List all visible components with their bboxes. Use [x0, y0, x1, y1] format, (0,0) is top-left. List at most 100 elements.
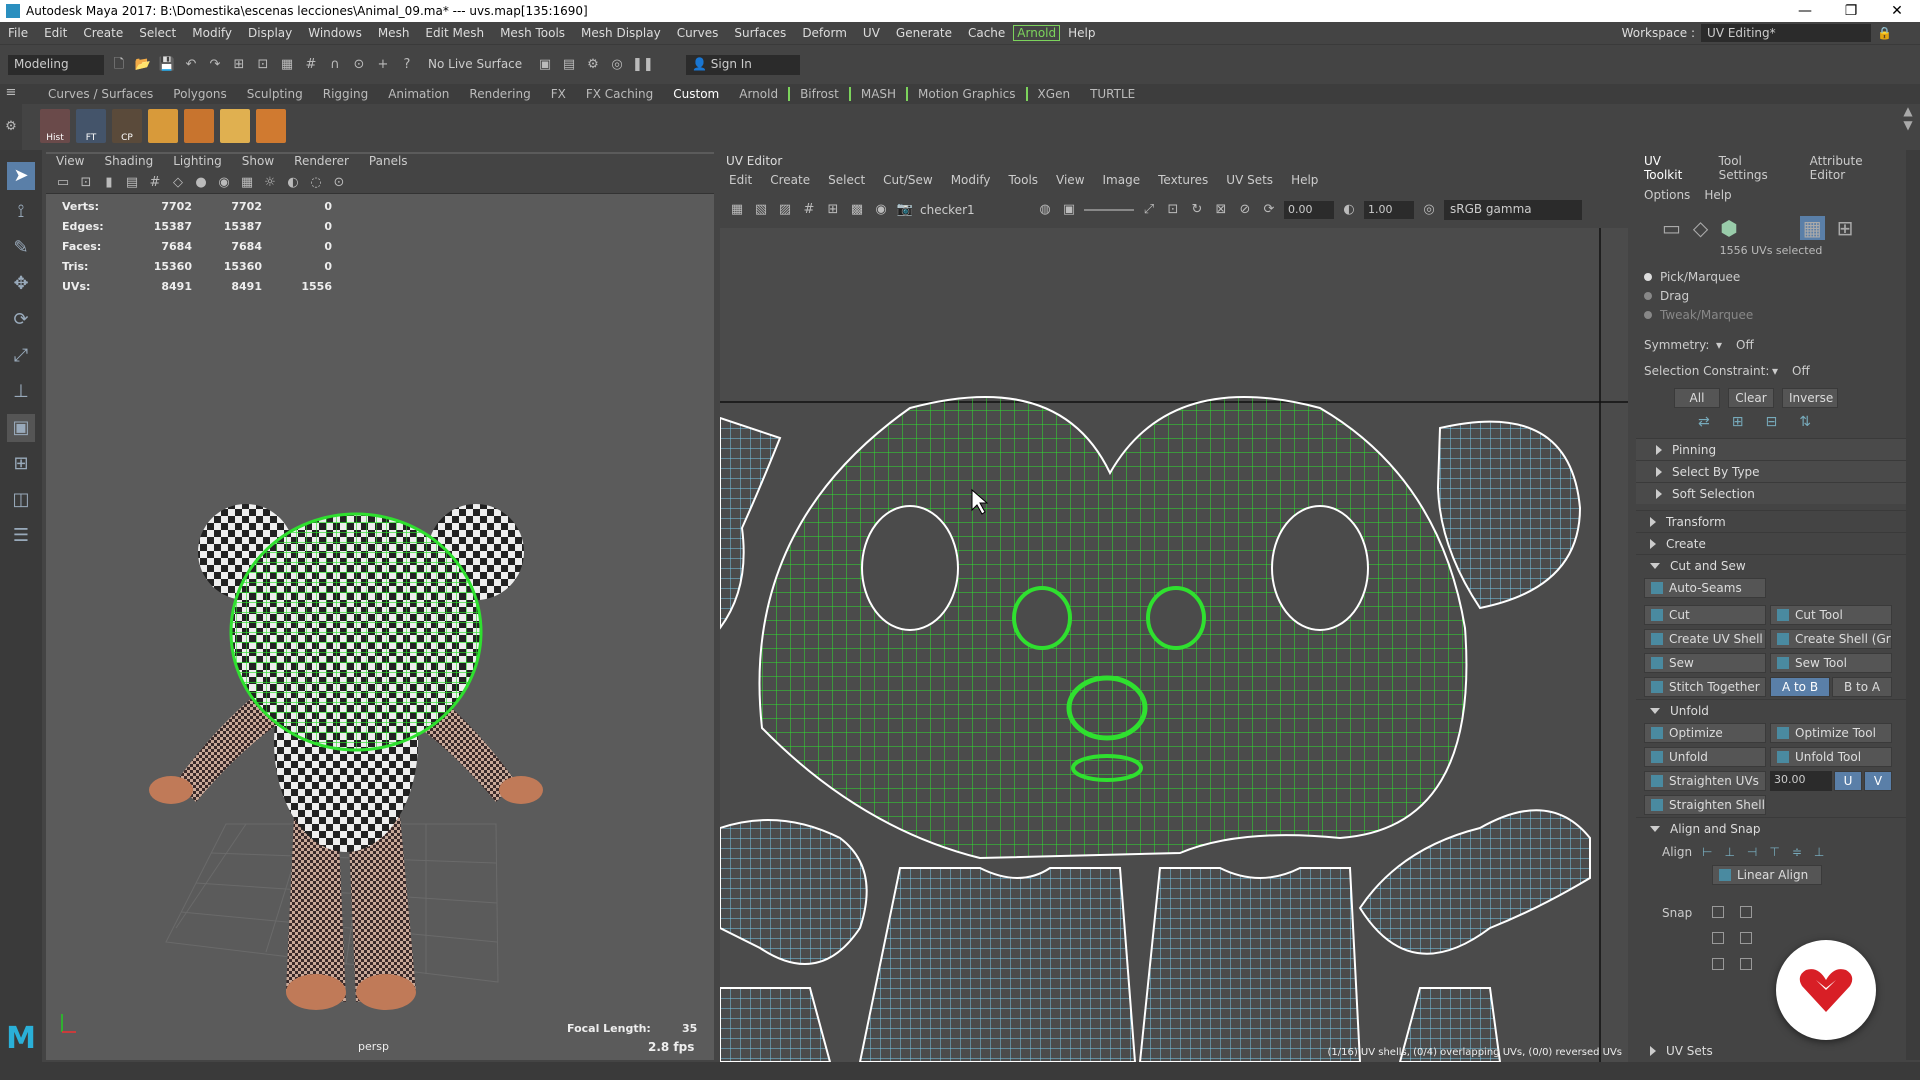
snap-curve-icon[interactable]: ∩ [326, 56, 344, 74]
shelf-tab-motion-graphics[interactable]: Motion Graphics [906, 87, 1026, 101]
bookmark-icon[interactable]: ▮ [100, 174, 118, 192]
shelf-tab-sculpting[interactable]: Sculpting [237, 87, 313, 101]
uv-select-mode-icon[interactable]: ▦ [1799, 216, 1825, 240]
outliner-icon[interactable]: ☰ [7, 522, 35, 550]
menu-cache[interactable]: Cache [960, 26, 1013, 40]
shelf-tab-arnold[interactable]: Arnold [729, 87, 788, 101]
wireframe-on-shaded-icon[interactable]: ◉ [215, 174, 233, 192]
new-scene-icon[interactable]: 🗋 [110, 56, 128, 74]
undo-icon[interactable]: ↶ [182, 56, 200, 74]
section-create[interactable]: Create [1636, 532, 1906, 554]
straighten-v-button[interactable]: V [1864, 771, 1892, 791]
paint-select-icon[interactable]: ✎ [7, 234, 35, 262]
alpha-channel-icon[interactable]: ▣ [1060, 201, 1078, 219]
toolkit-options-menu[interactable]: Options [1644, 188, 1690, 202]
uv-image-icon[interactable]: ◉ [872, 201, 890, 219]
menu-select[interactable]: Select [131, 26, 184, 40]
select-shell-icon[interactable]: ⇅ [1799, 414, 1811, 430]
cut-tool-button[interactable]: Cut Tool [1770, 605, 1892, 625]
mode-tweak-marquee[interactable]: Tweak/Marquee [1636, 305, 1906, 324]
select-inverse-button[interactable]: Inverse [1782, 388, 1838, 408]
textured-icon[interactable]: ▦ [238, 174, 256, 192]
stitch-together-button[interactable]: Stitch Together [1644, 677, 1766, 697]
snap-checkbox[interactable] [1712, 906, 1724, 918]
shelf-tab-polygons[interactable]: Polygons [163, 87, 236, 101]
section-align-and-snap[interactable]: Align and Snap [1636, 817, 1906, 839]
menu-curves[interactable]: Curves [669, 26, 727, 40]
section-transform[interactable]: Transform [1636, 510, 1906, 532]
single-view-icon[interactable]: ▣ [7, 414, 35, 442]
uv-menu-uv-sets[interactable]: UV Sets [1217, 173, 1282, 187]
align-center-icon[interactable]: ⊥ [1724, 845, 1734, 859]
rotate-tool-icon[interactable]: ⟳ [7, 306, 35, 334]
menu-mesh-display[interactable]: Mesh Display [573, 26, 669, 40]
menu-edit[interactable]: Edit [36, 26, 75, 40]
section-cut-and-sew[interactable]: Cut and Sew [1636, 554, 1906, 576]
rgb-channel-icon[interactable]: ◍ [1036, 201, 1054, 219]
select-hierarchy-icon[interactable]: ⊞ [230, 56, 248, 74]
shelf-box-icon[interactable] [220, 109, 250, 143]
pause-icon[interactable]: ❚❚ [632, 56, 654, 74]
chevron-down-icon[interactable]: ▾ [1772, 364, 1792, 378]
shelf-history-icon[interactable]: Hist [40, 109, 70, 143]
xray-icon[interactable]: ◌ [307, 174, 325, 192]
menu-help[interactable]: Help [1060, 26, 1103, 40]
camera-lock-icon[interactable]: ⊡ [77, 174, 95, 192]
uv-distortion-icon[interactable]: ▨ [776, 201, 794, 219]
shelf-tab-rigging[interactable]: Rigging [313, 87, 378, 101]
color-space-dropdown[interactable]: sRGB gamma [1444, 200, 1582, 220]
shelf-cubes-icon[interactable] [184, 109, 214, 143]
texture-name[interactable]: checker1 [920, 203, 1030, 217]
viewport-menu-lighting[interactable]: Lighting [163, 154, 232, 172]
shelf-tab-custom[interactable]: Custom [663, 87, 729, 101]
uv-face-select-icon[interactable]: ⬢ [1720, 216, 1737, 240]
viewport-menu-renderer[interactable]: Renderer [284, 154, 359, 172]
menu-mesh-tools[interactable]: Mesh Tools [492, 26, 573, 40]
uv-menu-help[interactable]: Help [1282, 173, 1327, 187]
shelf-tab-xgen[interactable]: XGen [1025, 87, 1081, 101]
snap-checkbox[interactable] [1740, 932, 1752, 944]
a-to-b-button[interactable]: A to B [1770, 677, 1830, 697]
open-scene-icon[interactable]: 📂 [134, 56, 152, 74]
brightness-slider[interactable] [1084, 209, 1134, 211]
snap-checkbox[interactable] [1712, 932, 1724, 944]
shelf-tab-mash[interactable]: MASH [848, 87, 906, 101]
lock-icon[interactable]: 🔒 [1877, 26, 1892, 40]
uv-menu-cut-sew[interactable]: Cut/Sew [874, 173, 942, 187]
uv-menu-textures[interactable]: Textures [1149, 173, 1217, 187]
toolkit-scrollbar[interactable] [1906, 150, 1920, 1060]
smooth-shade-icon[interactable]: ● [192, 174, 210, 192]
tab-uv-toolkit[interactable]: UV Toolkit [1644, 154, 1701, 182]
redo-icon[interactable]: ↷ [206, 56, 224, 74]
maximize-button[interactable]: ❐ [1828, 3, 1874, 19]
shadows-icon[interactable]: ◐ [284, 174, 302, 192]
move-tool-icon[interactable]: ✥ [7, 270, 35, 298]
align-right-icon[interactable]: ⊣ [1747, 845, 1757, 859]
shelf-tab-curves-surfaces[interactable]: Curves / Surfaces [22, 87, 163, 101]
shelf-grid-icon[interactable] [256, 109, 286, 143]
sew-tool-button[interactable]: Sew Tool [1770, 653, 1892, 673]
uv-menu-tools[interactable]: Tools [999, 173, 1047, 187]
color-management-icon[interactable]: ◎ [1420, 201, 1438, 219]
render-icon[interactable]: ▣ [536, 56, 554, 74]
close-button[interactable]: ✕ [1874, 3, 1920, 19]
menu-display[interactable]: Display [240, 26, 300, 40]
menu-modify[interactable]: Modify [184, 26, 240, 40]
viewport-menu-shading[interactable]: Shading [94, 154, 163, 172]
align-middle-icon[interactable]: ≑ [1792, 845, 1802, 859]
sign-in-dropdown[interactable]: 👤 Sign In [686, 54, 800, 75]
select-object-icon[interactable]: ⊡ [254, 56, 272, 74]
last-tool-icon[interactable]: ⊥ [7, 378, 35, 406]
tab-attribute-editor[interactable]: Attribute Editor [1810, 154, 1898, 182]
uv-checker-icon[interactable]: ▩ [848, 201, 866, 219]
shelf-tab-rendering[interactable]: Rendering [459, 87, 540, 101]
uv-pixel-snap-icon[interactable]: ⊞ [824, 201, 842, 219]
uv-menu-image[interactable]: Image [1094, 173, 1150, 187]
snap-checkbox[interactable] [1740, 906, 1752, 918]
uv-menu-create[interactable]: Create [761, 173, 819, 187]
ipr-render-icon[interactable]: ▤ [560, 56, 578, 74]
mode-drag[interactable]: Drag [1636, 286, 1906, 305]
optimize-button[interactable]: Optimize [1644, 723, 1766, 743]
chevron-down-icon[interactable]: ▾ [1716, 338, 1736, 352]
menu-generate[interactable]: Generate [888, 26, 960, 40]
